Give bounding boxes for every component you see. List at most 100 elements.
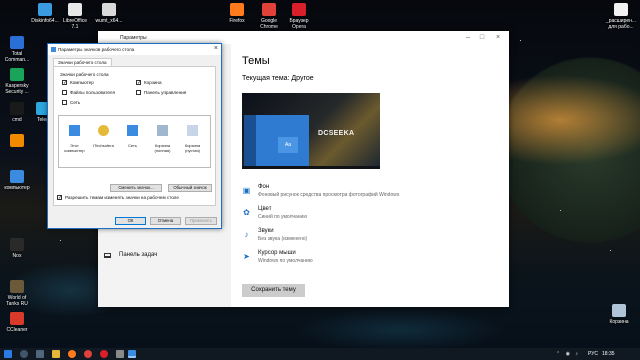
control-panel-checkbox[interactable]: Панель управления — [136, 90, 186, 95]
option-subtitle: Без звука (изменено) — [258, 236, 308, 242]
icon-label: Этот компьютер — [64, 143, 85, 153]
minimize-icon[interactable]: – — [462, 33, 474, 42]
checkbox-box — [62, 100, 67, 105]
app-icon[interactable] — [116, 350, 124, 358]
computer-checkbox[interactable]: ✓ Компьютер — [62, 80, 94, 86]
desktop-icon-settings-dialog: Параметры значков рабочего стола × Значк… — [47, 43, 222, 229]
network-checkbox[interactable]: Сеть — [62, 100, 80, 105]
ccleaner-icon — [10, 312, 24, 325]
nox-icon — [10, 238, 24, 251]
vlc-icon — [10, 134, 24, 147]
sidebar-item-label: Панель задач — [119, 252, 158, 258]
desktop-shortcut[interactable]: Total Comman... — [0, 36, 34, 63]
default-icon-button[interactable]: Обычный значок — [168, 184, 212, 192]
change-icon-button[interactable]: Сменить значок... — [110, 184, 162, 192]
start-icon[interactable] — [4, 350, 12, 358]
preview-watermark: DCSEEKA — [318, 130, 355, 137]
option-subtitle: Windows по умолчанию — [258, 258, 313, 264]
option-subtitle: Фоновый рисунок средства просмотра фотог… — [258, 192, 400, 198]
close-icon[interactable]: × — [492, 33, 504, 42]
dialog-titlebar[interactable]: Параметры значков рабочего стола × — [48, 44, 221, 55]
tray-icons[interactable]: ⌃ ◉ ♪ — [556, 351, 580, 357]
language-indicator[interactable]: РУС — [588, 351, 598, 357]
network-item[interactable]: Сеть — [119, 120, 146, 148]
sidebar-item-taskbar[interactable]: Панель задач — [104, 250, 157, 260]
themes-page: Темы Текущая тема: Другое Aa DCSEEKA ▣ Ф… — [231, 44, 509, 307]
checkbox-box — [136, 90, 141, 95]
palette-icon: ✿ — [243, 208, 250, 217]
star — [520, 40, 521, 41]
network-icon — [127, 125, 138, 136]
current-theme-label: Текущая тема: Другое — [242, 75, 314, 82]
desktop-shortcut[interactable]: Корзина — [602, 304, 636, 325]
desktop-shortcut-label: CCleaner — [6, 327, 28, 333]
this-pc-icon — [69, 125, 80, 136]
desktop-shortcut-label: Google Chrome — [260, 18, 278, 30]
desktop-shortcut[interactable]: Браузер Opera — [282, 3, 316, 30]
desktop-shortcut-label: _расширен... для рабо... — [605, 18, 637, 30]
sounds-option[interactable]: ♪ Звуки Без звука (изменено) — [242, 228, 492, 246]
desktop-shortcut[interactable]: wumt_x64... — [92, 3, 126, 24]
search-icon[interactable] — [20, 350, 28, 358]
desktop-shortcut[interactable]: CCleaner — [0, 312, 34, 333]
taskbar-icon — [104, 252, 111, 258]
group-label: Значки рабочего стола — [60, 72, 109, 77]
desktop-shortcut-label: Diskinfo64... — [31, 18, 59, 24]
icon-label: ITechsofera — [93, 143, 114, 148]
desktop-shortcut-label: Total Comman... — [4, 51, 30, 63]
desktop-shortcut-label: Nox — [12, 253, 22, 259]
checkbox-label: Компьютер — [70, 80, 94, 85]
preview-sidebar — [244, 115, 256, 167]
checkbox-label: Корзина — [144, 80, 162, 85]
total-commander-icon — [10, 36, 24, 49]
desktop-shortcut[interactable]: Nox — [0, 238, 34, 259]
desktop-shortcut[interactable]: Firefox — [220, 3, 254, 24]
desktop-shortcut[interactable]: Google Chrome — [252, 3, 286, 30]
option-title: Цвет — [258, 206, 272, 212]
world-of-tanks-icon — [10, 280, 24, 293]
mouse-cursor-option[interactable]: ➤ Курсор мыши Windows по умолчанию — [242, 250, 492, 268]
save-theme-button[interactable]: Сохранить тему — [242, 284, 305, 297]
background-option[interactable]: ▣ Фон Фоновый рисунок средства просмотра… — [242, 184, 492, 202]
option-title: Фон — [258, 184, 270, 190]
diskinfo-icon — [38, 3, 52, 16]
desktop-shortcut[interactable]: LibreOffice 7.1 — [58, 3, 92, 30]
clock[interactable]: 18:35 — [602, 351, 615, 357]
desktop-shortcut[interactable]: Kaspersky Security ... — [0, 68, 34, 95]
firefox-icon[interactable] — [68, 350, 76, 358]
desktop-shortcut[interactable]: World of Tanks RU — [0, 280, 34, 307]
page-title: Темы — [242, 55, 270, 67]
file-explorer-icon[interactable] — [52, 350, 60, 358]
star — [60, 240, 61, 241]
desktop-shortcut[interactable]: компьютер — [0, 170, 34, 191]
recycle-bin-full-item[interactable]: Корзина (полная) — [149, 120, 176, 153]
desktop-shortcut[interactable] — [0, 134, 34, 149]
wumt-icon — [102, 3, 116, 16]
checkbox-label: Панель управления — [144, 90, 187, 95]
maximize-icon[interactable]: □ — [476, 33, 488, 42]
allow-themes-checkbox[interactable]: ✓ Разрешить темам изменять значки на раб… — [57, 195, 179, 201]
settings-taskbar-icon[interactable] — [128, 350, 136, 358]
desktop-shortcut[interactable]: _расширен... для рабо... — [604, 3, 638, 30]
ok-button[interactable]: ОК — [115, 217, 146, 225]
cancel-button[interactable]: Отмена — [150, 217, 181, 225]
option-title: Курсор мыши — [258, 250, 296, 256]
apply-button[interactable]: Применить — [185, 217, 217, 225]
desktop-shortcut[interactable]: Diskinfo64... — [28, 3, 62, 24]
recycle-bin-checkbox[interactable]: ✓ Корзина — [136, 80, 162, 86]
user-files-checkbox[interactable]: Файлы пользователя — [62, 90, 115, 95]
chrome-icon[interactable] — [84, 350, 92, 358]
this-pc-item[interactable]: Этот компьютер — [61, 120, 88, 153]
task-view-icon[interactable] — [36, 350, 44, 358]
color-option[interactable]: ✿ Цвет Синий по умолчанию — [242, 206, 492, 224]
close-icon[interactable]: × — [214, 45, 218, 52]
checkbox-box: ✓ — [57, 195, 63, 201]
icon-label: Корзина (пустая) — [184, 143, 201, 153]
checkbox-box: ✓ — [136, 80, 142, 86]
theme-preview: Aa DCSEEKA — [242, 93, 380, 169]
desktop-shortcut-label: Firefox — [229, 18, 245, 24]
user-folder-item[interactable]: ITechsofera — [90, 120, 117, 148]
recycle-bin-empty-item[interactable]: Корзина (пустая) — [179, 120, 206, 153]
firefox-icon — [230, 3, 244, 16]
opera-icon[interactable] — [100, 350, 108, 358]
